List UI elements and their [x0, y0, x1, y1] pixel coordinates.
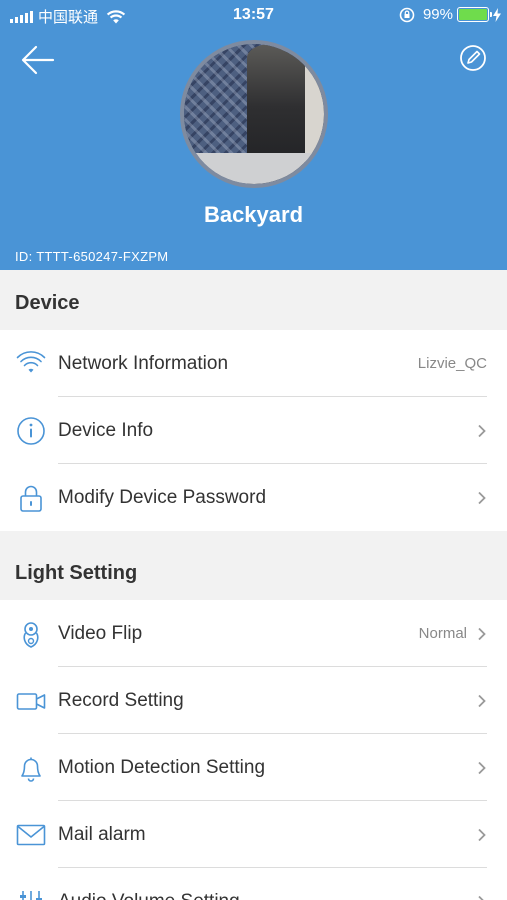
video-flip-value: Normal — [418, 625, 467, 642]
battery-icon — [457, 7, 492, 22]
equalizer-icon — [16, 887, 46, 900]
motion-detection-row[interactable]: Motion Detection Setting — [0, 734, 507, 801]
row-label: Audio Volume Setting — [58, 891, 240, 900]
section-title-light-setting: Light Setting — [15, 562, 138, 584]
chevron-right-icon — [477, 895, 487, 900]
network-information-row[interactable]: Network Information Lizvie_QC — [0, 330, 507, 397]
device-info-row[interactable]: Device Info — [0, 397, 507, 464]
row-label: Mail alarm — [58, 823, 146, 845]
battery-percent: 99% — [422, 6, 453, 23]
charging-icon — [493, 7, 501, 22]
section-title-device: Device — [15, 292, 80, 314]
arrow-left-icon — [21, 45, 55, 75]
device-settings-group: Network Information Lizvie_QC Device Inf… — [0, 330, 507, 531]
chevron-right-icon — [477, 424, 487, 438]
chevron-right-icon — [477, 828, 487, 842]
row-label: Motion Detection Setting — [58, 756, 266, 778]
chevron-right-icon — [477, 627, 487, 641]
mail-icon — [16, 820, 46, 850]
rotation-lock-icon — [398, 7, 416, 23]
chevron-right-icon — [477, 491, 487, 505]
lock-icon — [16, 483, 46, 513]
row-label: Device Info — [58, 419, 154, 441]
row-label: Record Setting — [58, 689, 184, 711]
chevron-right-icon — [477, 761, 487, 775]
info-icon — [16, 416, 46, 446]
back-button[interactable] — [20, 42, 56, 78]
device-header: 中国联通 13:57 99% Backyard ID: TTTT-650247-… — [0, 0, 507, 270]
edit-icon — [460, 45, 486, 71]
device-name: Backyard — [203, 202, 304, 227]
record-setting-row[interactable]: Record Setting — [0, 667, 507, 734]
modify-password-row[interactable]: Modify Device Password — [0, 464, 507, 531]
video-flip-row[interactable]: Video Flip Normal — [0, 600, 507, 667]
bell-icon — [16, 753, 46, 783]
device-avatar[interactable] — [180, 40, 328, 188]
row-label: Video Flip — [58, 622, 143, 644]
audio-volume-row[interactable]: Audio Volume Setting — [0, 868, 507, 900]
mail-alarm-row[interactable]: Mail alarm — [0, 801, 507, 868]
chevron-right-icon — [477, 694, 487, 708]
row-label: Modify Device Password — [58, 486, 267, 508]
status-bar: 中国联通 13:57 99% — [0, 0, 507, 30]
wifi-icon — [16, 349, 46, 379]
edit-button[interactable] — [459, 44, 487, 72]
device-id: ID: TTTT-650247-FXZPM — [15, 249, 169, 264]
light-settings-group: Video Flip Normal Record Setting Motion … — [0, 600, 507, 900]
video-camera-icon — [16, 686, 46, 716]
network-ssid-value: Lizvie_QC — [417, 355, 487, 372]
row-label: Network Information — [58, 352, 229, 374]
camera-icon — [16, 619, 46, 649]
